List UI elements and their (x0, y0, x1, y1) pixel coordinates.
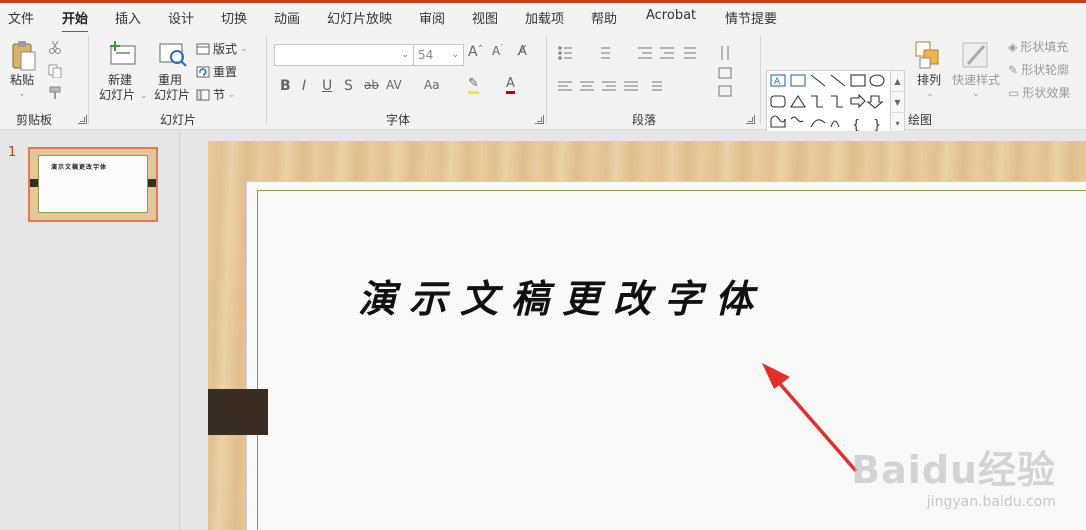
highlight-color-icon[interactable]: ✎ (468, 76, 479, 94)
change-case-icon[interactable]: Aa (424, 78, 440, 92)
layout-button[interactable]: 版式 ⌄ (196, 40, 248, 57)
tab-insert[interactable]: 插入 (115, 8, 141, 27)
shape-gallery[interactable]: A {} (766, 70, 891, 134)
tab-storyboarding[interactable]: 情节提要 (725, 8, 777, 27)
increase-font-size-icon[interactable]: A^ (468, 44, 483, 60)
gallery-up-icon[interactable]: ▲ (891, 71, 904, 92)
tab-transitions[interactable]: 切换 (221, 8, 247, 27)
thumbnail-left-tab (30, 179, 38, 187)
underline-icon[interactable]: U (322, 78, 332, 94)
layout-label: 版式 (213, 42, 238, 56)
clipboard-launcher-icon[interactable] (78, 115, 87, 124)
svg-text:A: A (774, 77, 781, 87)
format-painter-icon[interactable] (47, 86, 63, 100)
font-size-dropdown-icon[interactable]: ⌄ (451, 50, 459, 60)
thumbnail-right-tab (148, 179, 156, 187)
reuse-slides-icon[interactable] (158, 40, 188, 68)
slide-number: 1 (8, 145, 17, 160)
reset-label: 重置 (213, 65, 238, 79)
group-label-slides: 幻灯片 (160, 113, 197, 127)
shape-effects-label: 形状效果 (1022, 86, 1071, 100)
arrange-icon[interactable] (914, 40, 944, 70)
tab-slideshow[interactable]: 幻灯片放映 (327, 8, 392, 27)
paint-bucket-icon: ◈ (1008, 39, 1018, 54)
layout-icon (196, 43, 210, 54)
reuse-slides-label-1[interactable]: 重用 (158, 72, 182, 88)
tab-view[interactable]: 视图 (472, 8, 498, 27)
shape-outline-label: 形状轮廓 (1021, 63, 1070, 77)
thumbnail-paper: 演示文稿更改字体 (38, 155, 148, 213)
group-label-paragraph: 段落 (632, 113, 657, 127)
cut-icon[interactable] (47, 40, 63, 54)
paste-icon[interactable] (10, 40, 38, 72)
layout-dropdown-icon: ⌄ (240, 43, 248, 54)
paragraph-controls[interactable] (556, 44, 756, 104)
slide-thumbnail-pane: 1 演示文稿更改字体 (0, 131, 180, 530)
tab-design[interactable]: 设计 (168, 8, 194, 27)
effects-icon: ▭ (1008, 85, 1020, 100)
section-button[interactable]: 节 ⌄ (196, 86, 236, 103)
slide-editor: 演示文稿更改字体 Baidu经验 jingyan.baidu.com (181, 131, 1086, 530)
ribbon-tab-bar: 文件 开始 插入 设计 切换 动画 幻灯片放映 审阅 视图 加载项 帮助 Acr… (0, 0, 1086, 34)
tab-animations[interactable]: 动画 (274, 8, 300, 27)
shape-fill-label: 形状填充 (1020, 40, 1069, 54)
reuse-slides-label-2[interactable]: 幻灯片 (154, 87, 190, 103)
shape-effects-button[interactable]: ▭ 形状效果 (1008, 84, 1070, 101)
new-slide-dropdown-icon[interactable]: ⌄ (140, 88, 148, 104)
shape-outline-button[interactable]: ✎ 形状轮廓 (1008, 61, 1069, 78)
slide-canvas[interactable]: 演示文稿更改字体 Baidu经验 jingyan.baidu.com (208, 141, 1086, 530)
group-label-clipboard: 剪贴板 (16, 113, 53, 127)
section-label: 节 (213, 88, 226, 102)
shape-gallery-scroll[interactable]: ▲ ▼ ▾ (891, 70, 905, 134)
tab-help[interactable]: 帮助 (591, 8, 617, 27)
tab-review[interactable]: 审阅 (419, 8, 445, 27)
tab-addins[interactable]: 加载项 (525, 8, 564, 27)
group-label-font: 字体 (386, 113, 411, 127)
group-separator (760, 36, 761, 124)
bold-icon[interactable]: B (280, 78, 291, 94)
watermark-url: jingyan.baidu.com (926, 494, 1056, 510)
new-slide-icon[interactable] (108, 40, 138, 68)
character-spacing-icon[interactable]: AV (386, 78, 402, 92)
slide-thumbnail[interactable]: 演示文稿更改字体 (28, 147, 158, 222)
font-launcher-icon[interactable] (535, 115, 544, 124)
shape-fill-button[interactable]: ◈ 形状填充 (1008, 38, 1068, 55)
group-separator (546, 36, 547, 124)
font-size-combobox[interactable]: 54 ⌄ (414, 44, 464, 66)
font-size-value: 54 (418, 48, 434, 62)
reset-button[interactable]: 重置 (196, 63, 237, 80)
new-slide-label-2[interactable]: 幻灯片 (99, 87, 135, 103)
font-color-icon[interactable]: A (506, 76, 515, 94)
strikethrough-icon[interactable]: ab (364, 78, 379, 92)
thumbnail-title: 演示文稿更改字体 (51, 164, 108, 171)
clear-formatting-icon[interactable]: A̸ (518, 44, 527, 59)
font-name-dropdown-icon[interactable]: ⌄ (401, 50, 409, 60)
quick-styles-dropdown-icon[interactable]: ⌄ (972, 86, 980, 102)
ribbon: 粘贴 ⌄ 剪贴板 新建 幻灯片 ⌄ 重用 幻灯片 版式⌄ 重置 节⌄ 幻灯片 (0, 32, 1086, 134)
section-icon (196, 89, 210, 100)
shadow-icon[interactable]: S (344, 78, 353, 94)
italic-icon[interactable]: I (302, 78, 306, 94)
arrange-dropdown-icon[interactable]: ⌄ (926, 86, 934, 102)
reset-icon (196, 66, 210, 77)
paste-dropdown-icon[interactable]: ⌄ (18, 86, 26, 102)
group-label-drawing: 绘图 (908, 113, 933, 127)
copy-icon[interactable] (47, 64, 63, 78)
new-slide-label-1[interactable]: 新建 (108, 72, 132, 88)
baidu-watermark: Baidu经验 jingyan.baidu.com (851, 439, 1056, 510)
gallery-down-icon[interactable]: ▼ (891, 92, 904, 113)
watermark-logo-text: Baidu经验 (851, 448, 1056, 492)
font-name-combobox[interactable]: ⌄ (274, 44, 414, 66)
tab-file[interactable]: 文件 (8, 8, 34, 27)
group-separator (88, 36, 89, 124)
paragraph-launcher-icon[interactable] (746, 115, 755, 124)
tab-acrobat[interactable]: Acrobat (646, 8, 696, 23)
section-dropdown-icon: ⌄ (228, 89, 236, 100)
shapes-icon[interactable]: A {} (767, 71, 892, 135)
pen-icon: ✎ (1008, 62, 1019, 77)
tab-home[interactable]: 开始 (62, 8, 89, 34)
decrease-font-size-icon[interactable]: Aˇ (492, 44, 504, 58)
quick-styles-icon[interactable] (960, 40, 990, 70)
group-separator (266, 36, 267, 124)
